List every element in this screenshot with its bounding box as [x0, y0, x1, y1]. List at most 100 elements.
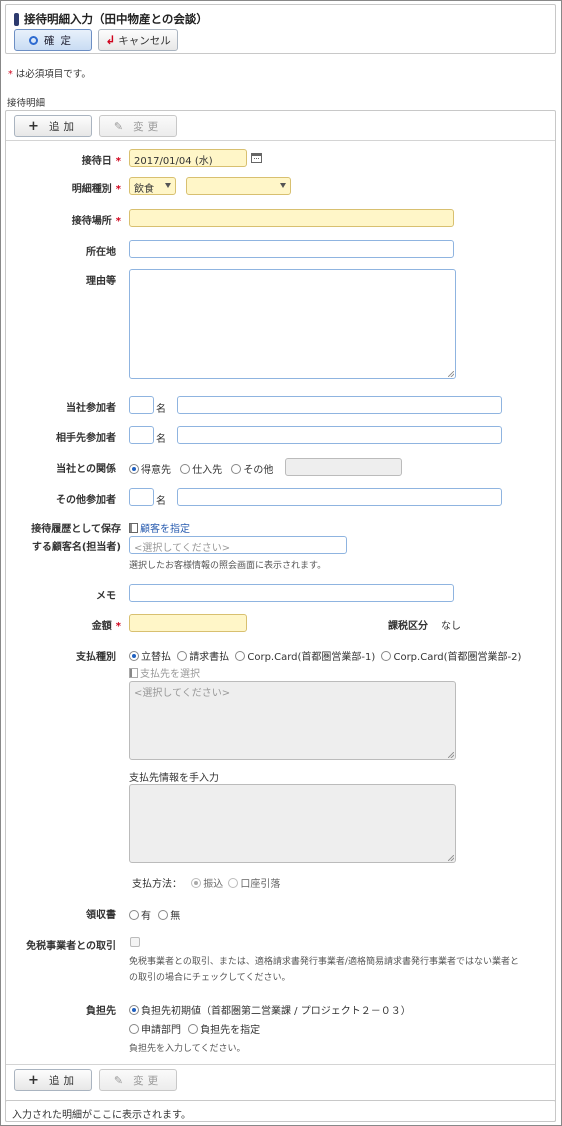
history-label-line2: する顧客名(担当者)	[31, 542, 121, 553]
own-participants-label: 当社参加者	[66, 403, 116, 414]
resize-grip[interactable]	[448, 752, 454, 758]
date-label: 接待日 *	[81, 156, 121, 167]
relation-radio-group: 得意先 仕入先 その他	[129, 461, 273, 476]
tax-exempt-label: 免税事業者との取引	[26, 941, 116, 952]
relation-label: 当社との関係	[56, 464, 116, 475]
receipt-option-yes[interactable]: 有	[129, 910, 151, 922]
plus-icon: +	[28, 1072, 43, 1088]
burden-label: 負担先	[86, 1006, 116, 1017]
reason-textarea[interactable]	[129, 269, 456, 379]
change-button-bottom[interactable]: ✎ 変更	[99, 1069, 177, 1091]
radio-icon	[228, 878, 239, 888]
radio-icon	[129, 910, 139, 920]
payment-option-invoice[interactable]: 請求書払	[177, 651, 229, 663]
detail-subtype-select[interactable]	[186, 177, 291, 195]
manual-payee-label: 支払先情報を手入力	[129, 773, 219, 784]
payment-type-label: 支払種別	[76, 652, 116, 663]
other-participants-count[interactable]	[129, 488, 154, 506]
section-title: 接待明細	[7, 98, 46, 109]
radio-icon	[129, 651, 139, 661]
manual-payee-textarea[interactable]	[129, 784, 456, 863]
circle-icon	[29, 35, 38, 45]
history-label-line1: 接待履歴として保存	[31, 524, 121, 535]
details-list-panel: 入力された明細がここに表示されます。	[5, 1100, 556, 1122]
address-label: 所在地	[86, 247, 116, 258]
required-notice: * は必須項目です。	[8, 69, 91, 80]
relation-other-input[interactable]	[285, 458, 402, 476]
own-participants-count[interactable]	[129, 396, 154, 414]
chevron-down-icon	[280, 183, 286, 188]
own-participants-names[interactable]	[177, 396, 502, 414]
select-payee-link[interactable]: 支払先を選択	[129, 665, 200, 680]
receipt-label: 領収書	[86, 910, 116, 921]
address-input[interactable]	[129, 240, 454, 258]
partner-participants-count[interactable]	[129, 426, 154, 444]
radio-icon	[191, 878, 202, 888]
burden-option-specify[interactable]: 負担先を指定	[188, 1024, 260, 1036]
radio-icon	[129, 464, 139, 474]
receipt-radio-group: 有 無	[129, 907, 180, 922]
tax-exempt-checkbox[interactable]	[130, 937, 140, 947]
receipt-option-no[interactable]: 無	[158, 910, 180, 922]
place-input[interactable]	[129, 209, 454, 227]
radio-icon	[129, 1005, 139, 1015]
amount-input[interactable]	[129, 614, 247, 632]
method-option-debit[interactable]: 口座引落	[228, 878, 280, 890]
payment-option-card1[interactable]: Corp.Card(首都圏営業部-1)	[235, 651, 375, 663]
return-arrow-icon: ↲	[105, 33, 116, 47]
payment-option-card2[interactable]: Corp.Card(首都圏営業部-2)	[381, 651, 521, 663]
pencil-icon: ✎	[113, 1073, 128, 1087]
burden-option-default[interactable]: 負担先初期値（首都圏第二営業課 / プロジェクト２－０３）	[129, 1002, 411, 1017]
relation-option-supplier[interactable]: 仕入先	[180, 464, 222, 476]
detail-type-select[interactable]: 飲食	[129, 177, 176, 195]
header-panel: 接待明細入力（田中物産との会談） 確定 ↲ キャンセル	[5, 4, 556, 54]
customer-hint: 選択したお客様情報の照会画面に表示されます。	[129, 561, 327, 571]
radio-icon	[129, 1024, 139, 1034]
detail-type-label: 明細種別 *	[71, 184, 121, 195]
radio-icon	[231, 464, 242, 474]
select-customer-link[interactable]: 顧客を指定	[129, 520, 190, 535]
radio-icon	[177, 651, 188, 661]
plus-icon: +	[28, 118, 43, 134]
add-button-bottom[interactable]: + 追加	[14, 1069, 92, 1091]
date-input[interactable]: 2017/01/04 (水)	[129, 149, 247, 167]
tax-label: 課税区分	[388, 621, 428, 632]
payee-select-area[interactable]: <選択してください>	[129, 681, 456, 760]
reason-label: 理由等	[86, 276, 116, 287]
memo-input[interactable]	[129, 584, 454, 602]
relation-option-other[interactable]: その他	[231, 464, 273, 476]
unit-label: 名	[156, 404, 166, 415]
method-option-transfer[interactable]: 振込	[191, 878, 223, 890]
resize-grip[interactable]	[448, 371, 454, 377]
payment-option-advance[interactable]: 立替払	[129, 651, 171, 663]
calendar-icon[interactable]	[251, 153, 262, 163]
details-placeholder: 入力された明細がここに表示されます。	[12, 1110, 191, 1121]
partner-participants-names[interactable]	[177, 426, 502, 444]
burden-radio-group: 申請部門 負担先を指定	[129, 1021, 260, 1036]
tax-exempt-hint-line2: の取引の場合にチェックしてください。	[129, 973, 291, 983]
payment-radio-group: 立替払 請求書払 Corp.Card(首都圏営業部-1) Corp.Card(首…	[129, 648, 521, 663]
add-button[interactable]: + 追加	[14, 115, 92, 137]
confirm-button[interactable]: 確定	[14, 29, 92, 51]
customer-display-field[interactable]: <選択してください>	[129, 536, 347, 554]
divider	[6, 1064, 555, 1065]
chevron-down-icon	[165, 183, 171, 188]
other-participants-names[interactable]	[177, 488, 502, 506]
burden-option-department[interactable]: 申請部門	[129, 1024, 181, 1036]
pencil-icon: ✎	[113, 119, 128, 133]
relation-option-customer[interactable]: 得意先	[129, 464, 171, 476]
book-icon	[129, 523, 138, 533]
tax-value: なし	[441, 621, 461, 632]
memo-label: メモ	[96, 591, 116, 602]
unit-label: 名	[156, 496, 166, 507]
resize-grip[interactable]	[448, 855, 454, 861]
book-icon	[129, 668, 138, 678]
change-button[interactable]: ✎ 変更	[99, 115, 177, 137]
cancel-button[interactable]: ↲ キャンセル	[98, 29, 178, 51]
radio-icon	[158, 910, 169, 920]
title-marker	[14, 13, 19, 26]
unit-label: 名	[156, 434, 166, 445]
payment-method-group: 支払方法： 振込 口座引落	[132, 878, 281, 890]
page-title: 接待明細入力（田中物産との会談）	[24, 12, 208, 26]
radio-icon	[381, 651, 392, 661]
